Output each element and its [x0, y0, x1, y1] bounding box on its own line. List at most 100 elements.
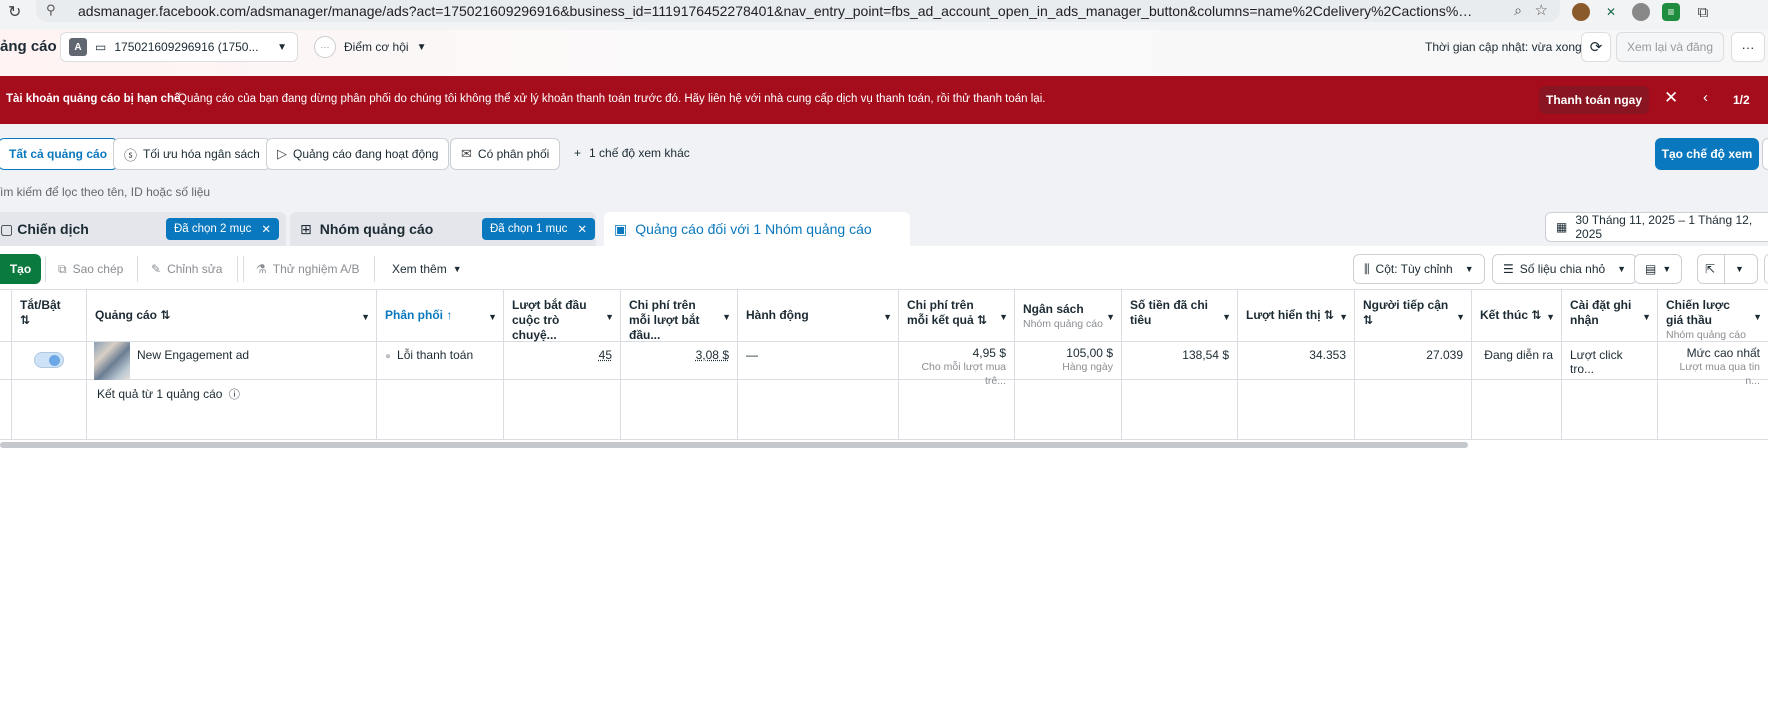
- header-label: Chi phí trên mỗi lượt bắt đầu...: [629, 298, 700, 342]
- horizontal-scrollbar[interactable]: [0, 442, 1468, 448]
- more-options-button[interactable]: ···: [1731, 32, 1765, 62]
- button-label: Số liệu chia nhỏ: [1519, 262, 1606, 276]
- review-publish-button[interactable]: Xem lại và đăng: [1616, 32, 1724, 62]
- create-button[interactable]: Tạo: [0, 254, 41, 284]
- columns-dropdown[interactable]: ⫼ Cột: Tùy chỉnh ▼: [1353, 254, 1485, 284]
- reload-icon[interactable]: ↻: [8, 2, 21, 22]
- column-header-budget[interactable]: Ngân sách Nhóm quảng cáo ▼: [1015, 290, 1122, 342]
- ad-name[interactable]: New Engagement ad: [137, 348, 249, 362]
- column-header-reach[interactable]: Người tiếp cận ⇅ ▼: [1355, 290, 1472, 342]
- column-header-ad[interactable]: Quảng cáo ⇅ ▼: [87, 290, 377, 342]
- header-label: Tắt/Bật: [20, 298, 61, 312]
- bookmark-star-icon[interactable]: ☆: [1535, 1, 1548, 19]
- export-options-dropdown[interactable]: ▼: [1724, 254, 1758, 284]
- tab-ads[interactable]: ▣ Quảng cáo đối với 1 Nhóm quảng cáo: [604, 212, 910, 246]
- chevron-down-icon: ▼: [1735, 264, 1744, 274]
- pay-now-button[interactable]: Thanh toán ngay: [1539, 86, 1649, 114]
- view-options-button[interactable]: [1762, 138, 1768, 170]
- refresh-button[interactable]: ⟳: [1581, 32, 1611, 62]
- site-info-icon[interactable]: ⚲: [46, 2, 56, 18]
- row-checkbox[interactable]: [0, 342, 12, 380]
- account-selector[interactable]: A ▭ 175021609296916 (1750... ▼: [60, 32, 298, 62]
- date-range-picker[interactable]: ▦ 30 Tháng 11, 2025 – 1 Tháng 12, 2025: [1545, 212, 1768, 242]
- column-header-toggle[interactable]: Tắt/Bật ⇅: [12, 290, 87, 342]
- status-dot-icon: ●: [385, 351, 392, 362]
- tab-active-ads[interactable]: ▷ Quảng cáo đang hoạt động: [266, 138, 450, 170]
- view-tabs-bar: Tất cả quảng cáo ⓢ Tối ưu hóa ngân sách …: [0, 124, 1768, 178]
- columns-icon: ⫼: [1364, 261, 1370, 276]
- close-icon[interactable]: ✕: [1664, 88, 1678, 108]
- sheets-extension-icon[interactable]: ≡: [1662, 3, 1680, 21]
- tab-had-delivery[interactable]: ✉ Có phân phối: [450, 138, 561, 170]
- reports-dropdown[interactable]: ▤ ▼: [1634, 254, 1683, 284]
- more-views-label: 1 chế độ xem khác: [589, 146, 690, 160]
- column-header-action[interactable]: Hành động ▼: [738, 290, 899, 342]
- pencil-icon: ✎: [151, 262, 162, 276]
- more-actions-dropdown[interactable]: Xem thêm ▼: [392, 254, 462, 284]
- chevron-down-icon: ▼: [1222, 312, 1231, 322]
- search-icon[interactable]: ⌕: [1514, 2, 1522, 19]
- chevron-down-icon: ▼: [1464, 264, 1474, 274]
- export-button[interactable]: ⇱: [1697, 254, 1725, 284]
- summary-results-cell: Kết quả từ 1 quảng cáo ⓘ: [87, 380, 377, 440]
- address-bar[interactable]: ⚲ adsmanager.facebook.com/adsmanager/man…: [36, 0, 1560, 22]
- button-label: Thử nghiệm A/B: [272, 262, 360, 276]
- search-filter-input[interactable]: ìm kiếm để lọc theo tên, ID hoặc số liệu: [0, 178, 1768, 206]
- tab-label: Quảng cáo đang hoạt động: [293, 147, 439, 161]
- breakdown-dropdown[interactable]: ☰ Số liệu chia nhỏ ▼: [1492, 254, 1638, 284]
- tab-campaigns[interactable]: ▢ Chiến dịch Đã chọn 2 mục ✕: [0, 212, 286, 246]
- summary-cell: [504, 380, 621, 440]
- summary-cell: [899, 380, 1015, 440]
- header-label: Ngân sách: [1023, 302, 1084, 316]
- create-view-button[interactable]: Tạo chế độ xem: [1655, 138, 1759, 170]
- ad-name-cell[interactable]: New Engagement ad: [87, 342, 377, 380]
- column-header-ends[interactable]: Kết thúc ⇅ ▼: [1472, 290, 1562, 342]
- tab-budget-optimization[interactable]: ⓢ Tối ưu hóa ngân sách: [113, 138, 271, 170]
- more-views-button[interactable]: + 1 chế độ xem khác: [574, 146, 690, 160]
- selected-chip[interactable]: Đã chọn 2 mục ✕: [166, 218, 279, 240]
- report-icon: ▤: [1645, 262, 1657, 276]
- column-header-bid-strategy[interactable]: Chiến lược giá thầu Nhóm quảng cáo ▼: [1658, 290, 1768, 342]
- tab-ad-sets[interactable]: ⊞ Nhóm quảng cáo Đã chọn 1 mục ✕: [290, 212, 596, 246]
- duplicate-button[interactable]: ⧉ Sao chép: [58, 254, 123, 284]
- chevron-down-icon: ▼: [1662, 264, 1672, 274]
- chevron-left-icon[interactable]: ‹: [1703, 89, 1708, 106]
- extension-icon[interactable]: ✕: [1602, 3, 1620, 21]
- info-icon[interactable]: ⓘ: [229, 389, 240, 401]
- bid-strategy-value: Mức cao nhất: [1686, 346, 1760, 360]
- table-row[interactable]: New Engagement ad ● Lỗi thanh toán 45 3,0…: [0, 342, 1768, 387]
- search-placeholder: ìm kiếm để lọc theo tên, ID hoặc số liệu: [0, 185, 211, 199]
- page-title: ảng cáo: [0, 38, 57, 55]
- cookie-extension-icon[interactable]: [1572, 3, 1590, 21]
- puzzle-extensions-icon[interactable]: ⧉: [1694, 3, 1712, 21]
- ab-test-button[interactable]: ⚗ Thử nghiệm A/B: [256, 254, 360, 284]
- budget-sub: Hàng ngày: [1062, 361, 1113, 373]
- delivery-cell: ● Lỗi thanh toán: [377, 342, 504, 380]
- summary-cell: [1472, 380, 1562, 440]
- chevron-down-icon: ▼: [416, 41, 427, 53]
- toolbar-overflow-button[interactable]: [1764, 254, 1768, 284]
- selected-chip[interactable]: Đã chọn 1 mục ✕: [482, 218, 595, 240]
- column-header-conversations-started[interactable]: Lượt bắt đầu cuộc trò chuyệ... ▼: [504, 290, 621, 342]
- extension-icon[interactable]: [1632, 3, 1650, 21]
- close-icon[interactable]: ✕: [577, 222, 587, 236]
- opportunity-score-button[interactable]: ··· Điểm cơ hội ▼: [314, 34, 426, 60]
- flask-icon: ⚗: [256, 262, 267, 276]
- briefcase-icon: ▭: [95, 40, 107, 54]
- tab-all-ads[interactable]: Tất cả quảng cáo: [0, 138, 119, 170]
- select-all-cell[interactable]: [0, 290, 12, 342]
- column-header-amount-spent[interactable]: Số tiền đã chi tiêu ▼: [1122, 290, 1238, 342]
- attribution-cell: Lượt click tro...: [1562, 342, 1658, 380]
- column-header-delivery[interactable]: Phân phối ↑ ▼: [377, 290, 504, 342]
- column-header-cost-per-conversation[interactable]: Chi phí trên mỗi lượt bắt đầu... ▼: [621, 290, 738, 342]
- chevron-down-icon: ▼: [999, 312, 1008, 322]
- chevron-down-icon: ▼: [605, 312, 614, 322]
- close-icon[interactable]: ✕: [261, 222, 271, 236]
- attribution-value: Lượt click tro...: [1570, 348, 1623, 376]
- ad-toggle-switch[interactable]: [34, 352, 64, 368]
- summary-cell: [0, 380, 12, 440]
- column-header-attribution[interactable]: Cài đặt ghi nhận ▼: [1562, 290, 1658, 342]
- column-header-impressions[interactable]: Lượt hiển thị ⇅ ▼: [1238, 290, 1355, 342]
- edit-button[interactable]: ✎ Chỉnh sửa: [151, 254, 222, 284]
- column-header-cost-per-result[interactable]: Chi phí trên mỗi kết quả ⇅ ▼: [899, 290, 1015, 342]
